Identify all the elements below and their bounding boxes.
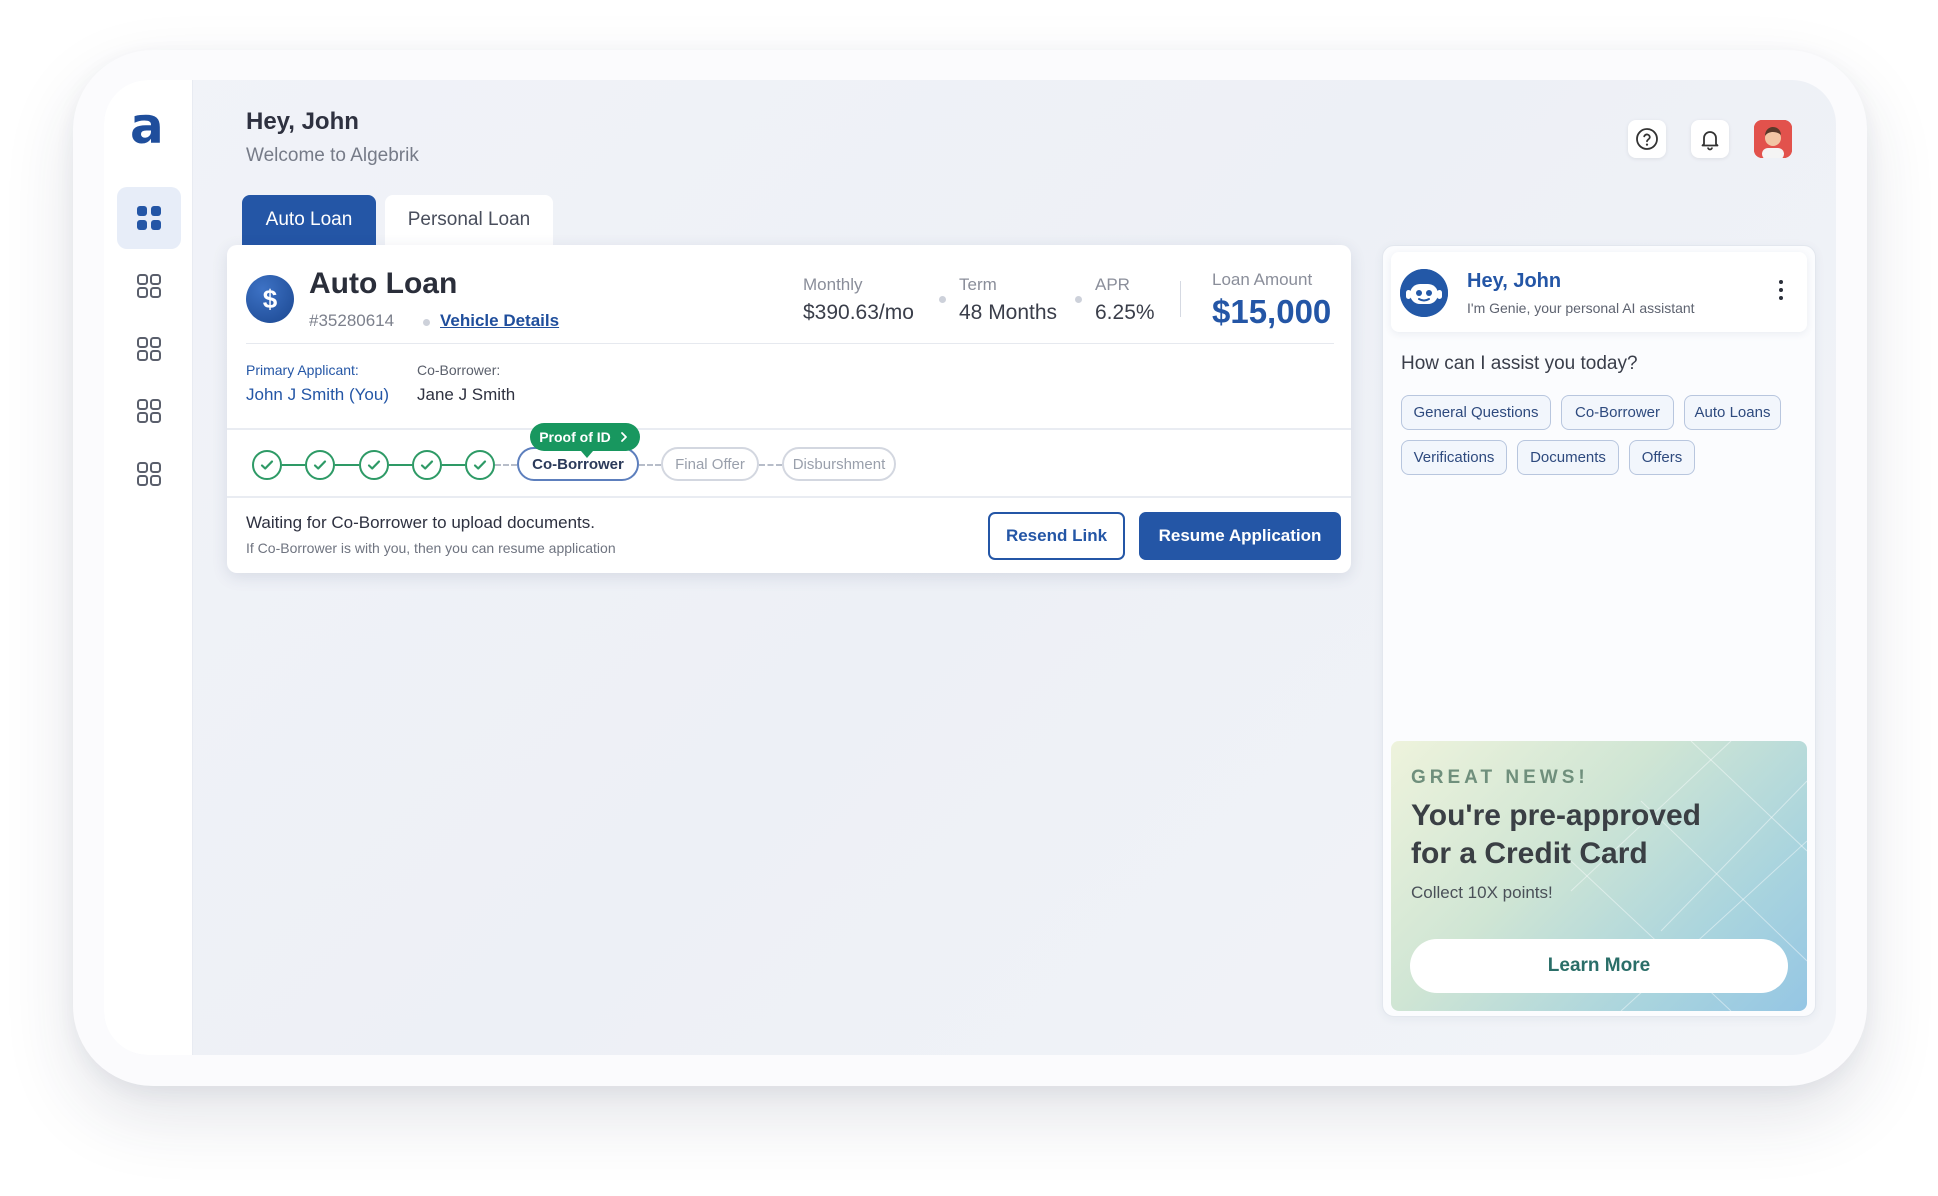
step-connector (759, 464, 782, 466)
chevron-right-icon (620, 432, 627, 442)
user-avatar[interactable] (1754, 120, 1792, 158)
tooltip-label: Proof of ID (539, 429, 611, 445)
brand-logo: a (130, 97, 164, 155)
bell-icon (1701, 131, 1719, 151)
notifications-button[interactable] (1691, 120, 1729, 158)
grid-outline-icon (137, 462, 161, 486)
loan-card: $ Auto Loan #35280614 Vehicle Details Mo… (227, 245, 1351, 573)
grid-filled-icon (137, 206, 161, 230)
chip-documents[interactable]: Documents (1517, 440, 1619, 475)
grid-outline-icon (137, 399, 161, 423)
sidebar-item-menu-5[interactable] (117, 443, 181, 505)
more-options-icon[interactable] (1776, 280, 1786, 304)
dollar-icon: $ (246, 275, 294, 323)
assistant-greeting: Hey, John (1467, 270, 1562, 292)
loan-id: #35280614 (309, 311, 395, 330)
sidebar-item-dashboard[interactable] (117, 187, 181, 249)
stat-divider (1180, 281, 1181, 317)
robot-icon (1400, 269, 1448, 317)
step-complete (252, 450, 282, 480)
monthly-label: Monthly (803, 275, 863, 294)
sidebar-item-menu-2[interactable] (117, 255, 181, 317)
primary-applicant-name: John J Smith (You) (246, 385, 389, 404)
step-connector (495, 464, 517, 466)
primary-applicant-label: Primary Applicant: (246, 362, 359, 378)
tab-auto-loan[interactable]: Auto Loan (242, 195, 376, 245)
help-button[interactable] (1628, 120, 1666, 158)
step-final-offer: Final Offer (661, 447, 759, 481)
chip-auto-loans[interactable]: Auto Loans (1684, 395, 1781, 430)
chip-co-borrower[interactable]: Co-Borrower (1561, 395, 1674, 430)
coborrower-label: Co-Borrower: (417, 362, 501, 378)
sidebar-item-menu-3[interactable] (117, 318, 181, 380)
chip-verifications[interactable]: Verifications (1401, 440, 1507, 475)
term-label: Term (959, 275, 997, 294)
assistant-intro: I'm Genie, your personal AI assistant (1467, 300, 1695, 316)
assistant-panel: Hey, John I'm Genie, your personal AI as… (1382, 245, 1816, 1017)
avatar-illustration (1754, 120, 1792, 158)
assistant-question: How can I assist you today? (1401, 353, 1638, 374)
check-icon (367, 460, 381, 470)
check-icon (313, 460, 327, 470)
loan-title: Auto Loan (309, 267, 458, 300)
coborrower-name: Jane J Smith (417, 385, 516, 404)
status-subtitle: If Co-Borrower is with you, then you can… (246, 540, 616, 556)
step-complete (412, 450, 442, 480)
resend-link-button[interactable]: Resend Link (988, 512, 1125, 560)
step-current[interactable]: Co-Borrower (517, 447, 639, 481)
application-progress: Co-Borrower Final Offer Disburshment (227, 428, 1351, 498)
check-icon (420, 460, 434, 470)
assistant-header: Hey, John I'm Genie, your personal AI as… (1391, 252, 1807, 332)
step-connector (335, 464, 359, 466)
genie-avatar (1400, 269, 1448, 317)
grid-outline-icon (137, 274, 161, 298)
learn-more-button[interactable]: Learn More (1410, 939, 1788, 993)
check-icon (260, 460, 274, 470)
app-screen: a Hey, John Welcome to Algebrik Auto Loa… (104, 80, 1836, 1055)
promo-kicker: GREAT NEWS! (1411, 767, 1589, 788)
check-icon (473, 460, 487, 470)
separator-dot (423, 319, 430, 326)
promo-card: GREAT NEWS! You're pre-approved for a Cr… (1391, 741, 1807, 1011)
step-complete (359, 450, 389, 480)
greeting-subtitle: Welcome to Algebrik (246, 145, 419, 166)
loan-amount-value: $15,000 (1212, 293, 1332, 330)
grid-outline-icon (137, 337, 161, 361)
resume-application-button[interactable]: Resume Application (1139, 512, 1341, 560)
sidebar-item-menu-4[interactable] (117, 380, 181, 442)
step-connector (389, 464, 412, 466)
term-value: 48 Months (959, 301, 1058, 324)
greeting-title: Hey, John (246, 108, 359, 135)
monthly-value: $390.63/mo (803, 301, 914, 324)
card-divider (246, 343, 1334, 344)
status-title: Waiting for Co-Borrower to upload docume… (246, 513, 595, 532)
step-complete (465, 450, 495, 480)
help-icon (1636, 128, 1658, 150)
tab-personal-loan[interactable]: Personal Loan (385, 195, 553, 245)
step-complete (305, 450, 335, 480)
step-connector (639, 464, 661, 466)
chip-general-questions[interactable]: General Questions (1401, 395, 1551, 430)
step-disbursement: Disburshment (782, 447, 896, 481)
vehicle-details-link[interactable]: Vehicle Details (440, 311, 559, 331)
promo-title: You're pre-approved for a Credit Card (1411, 799, 1701, 870)
sidebar: a (104, 80, 193, 1055)
step-connector (442, 464, 465, 466)
separator-dot (939, 296, 946, 303)
step-tooltip[interactable]: Proof of ID (530, 423, 640, 458)
chip-offers[interactable]: Offers (1629, 440, 1695, 475)
apr-label: APR (1095, 275, 1130, 294)
promo-subtitle: Collect 10X points! (1411, 883, 1553, 902)
apr-value: 6.25% (1095, 301, 1155, 324)
step-connector (282, 464, 305, 466)
loan-amount-label: Loan Amount (1212, 270, 1313, 289)
separator-dot (1075, 296, 1082, 303)
